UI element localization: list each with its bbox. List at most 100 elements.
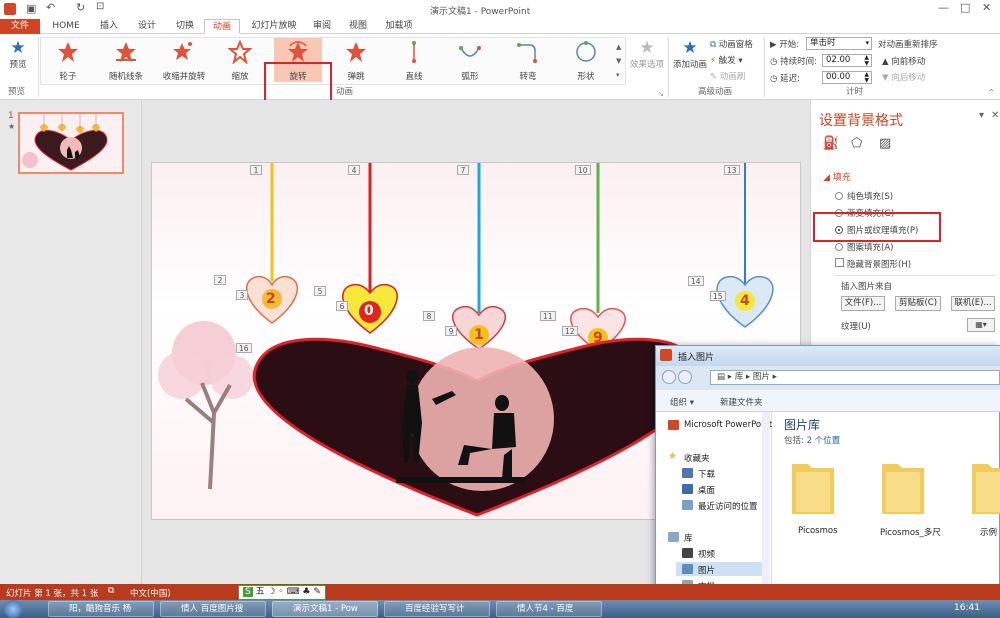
tab-home[interactable]: HOME xyxy=(44,19,88,34)
solid-fill-radio[interactable] xyxy=(835,192,843,200)
folder-label[interactable]: 示例 xyxy=(980,526,997,538)
folder-label[interactable]: Picosmos xyxy=(798,526,838,536)
library-locations-link[interactable]: 2 个位置 xyxy=(807,436,841,446)
path-pictures[interactable]: 图片 xyxy=(753,372,770,382)
tab-slideshow[interactable]: 幻灯片放映 xyxy=(244,19,304,34)
clock[interactable]: 16:41 xyxy=(954,603,980,613)
tab-view[interactable]: 视图 xyxy=(342,19,374,34)
fill-bucket-icon[interactable]: ⛽ xyxy=(823,136,839,151)
tab-addins[interactable]: 加载项 xyxy=(380,19,418,34)
organize-button[interactable]: 组织 ▾ xyxy=(670,396,694,408)
anim-turns[interactable]: 转弯 xyxy=(504,38,552,82)
pattern-fill-radio[interactable] xyxy=(835,243,843,251)
nav-libraries[interactable]: 库 xyxy=(684,532,693,544)
animation-tag[interactable]: 2 xyxy=(214,275,226,285)
animation-pane-button[interactable]: ⧉ 动画窗格 xyxy=(710,38,753,50)
anim-random-bars[interactable]: 随机线条 xyxy=(102,38,150,82)
anim-shrink-turn[interactable]: 收缩并旋转 xyxy=(158,38,210,82)
animation-tag[interactable]: 7 xyxy=(457,165,469,175)
language-status[interactable]: 中文(中国) xyxy=(130,587,171,599)
animation-tag[interactable]: 16 xyxy=(236,343,252,353)
tab-insert[interactable]: 插入 xyxy=(92,19,126,34)
animation-tag[interactable]: 9 xyxy=(445,326,457,336)
path-library[interactable]: 库 xyxy=(735,372,744,382)
online-button[interactable]: 联机(E)... xyxy=(951,296,995,311)
tab-review[interactable]: 审阅 xyxy=(306,19,338,34)
pane-menu-icon[interactable]: ▾ xyxy=(979,110,984,121)
move-earlier-button[interactable]: ▲ 向前移动 xyxy=(882,55,925,67)
back-icon[interactable] xyxy=(662,370,676,384)
tab-file[interactable]: 文件 xyxy=(0,19,40,34)
folder-label[interactable]: Picosmos_多尺 xyxy=(880,526,941,538)
folder-samples-icon[interactable] xyxy=(970,456,1000,516)
anim-wheel[interactable]: 轮子 xyxy=(44,38,92,82)
move-later-button[interactable]: ▼ 向后移动 xyxy=(882,71,925,83)
picture-icon[interactable]: ▨ xyxy=(879,136,891,151)
taskbar-item[interactable]: 情人节4 - 百度 xyxy=(496,601,602,617)
redo-icon[interactable]: ↻ xyxy=(76,1,85,14)
effect-options-button[interactable]: ★ 效果选项 xyxy=(630,38,664,70)
path-box[interactable]: ▤ ▸ 库 ▸ 图片 ▸ xyxy=(710,370,1000,385)
animation-painter-button[interactable]: ✎ 动画刷 xyxy=(710,70,745,82)
nav-recent-places[interactable]: 最近访问的位置 xyxy=(698,500,758,512)
preview-button[interactable]: ★ 预览 xyxy=(4,38,32,82)
start-from-beginning-icon[interactable]: ⊡ xyxy=(96,1,104,12)
animation-tag[interactable]: 6 xyxy=(336,301,348,311)
undo-icon[interactable]: ↶ xyxy=(46,1,55,14)
animation-tag[interactable]: 10 xyxy=(575,165,591,175)
clipboard-button[interactable]: 剪贴板(C) xyxy=(895,296,941,311)
animation-tag[interactable]: 1 xyxy=(250,165,262,175)
folder-picosmos-icon[interactable] xyxy=(790,456,836,516)
anim-lines[interactable]: 直线 xyxy=(390,38,438,82)
nav-downloads[interactable]: 下载 xyxy=(698,468,715,480)
hide-bg-checkbox[interactable] xyxy=(835,258,844,267)
taskbar-item[interactable]: 阳，酷狗音乐 杨 xyxy=(48,601,154,617)
minimize-icon[interactable]: — xyxy=(938,1,949,14)
nav-pictures[interactable]: 图片 xyxy=(698,564,715,576)
pane-close-icon[interactable]: ✕ xyxy=(991,110,999,121)
new-folder-button[interactable]: 新建文件夹 xyxy=(720,396,763,408)
taskbar-item-active[interactable]: 演示文稿1 - Pow xyxy=(272,601,378,617)
animation-tag[interactable]: 14 xyxy=(688,276,704,286)
texture-picker[interactable]: ▦▾ xyxy=(967,318,995,332)
ime-toolbar[interactable]: S 五 ☽ ◦ ⌨ ♣ ✎ xyxy=(238,585,326,600)
animation-tag[interactable]: 11 xyxy=(540,311,556,321)
nav-scrollbar[interactable] xyxy=(762,412,770,588)
effects-pentagon-icon[interactable]: ⬠ xyxy=(851,136,862,151)
save-icon[interactable]: ▣ xyxy=(26,2,36,15)
animation-tag[interactable]: 12 xyxy=(562,326,578,336)
forward-icon[interactable] xyxy=(678,370,692,384)
close-icon[interactable]: ✕ xyxy=(982,1,991,14)
tab-transitions[interactable]: 切换 xyxy=(168,19,202,34)
nav-powerpoint[interactable]: Microsoft PowerPoint xyxy=(684,420,772,430)
anim-bounce[interactable]: 弹跳 xyxy=(332,38,380,82)
nav-videos[interactable]: 视频 xyxy=(698,548,715,560)
spinner-icon[interactable]: ▲ ▼ xyxy=(864,55,869,67)
maximize-icon[interactable]: □ xyxy=(960,1,970,14)
add-animation-button[interactable]: ★ 添加动画 xyxy=(672,38,708,70)
taskbar-item[interactable]: 情人 百度图片搜 xyxy=(160,601,266,617)
animation-tag[interactable]: 8 xyxy=(423,311,435,321)
trigger-button[interactable]: ⚡ 触发 ▾ xyxy=(710,54,743,66)
anim-arcs[interactable]: 弧形 xyxy=(446,38,494,82)
nav-desktop[interactable]: 桌面 xyxy=(698,484,715,496)
anim-shapes[interactable]: 形状 xyxy=(562,38,610,82)
collapse-ribbon-icon[interactable]: ⌃ xyxy=(988,88,995,97)
animation-tag[interactable]: 13 xyxy=(724,165,740,175)
taskbar-item[interactable]: 百度经验写写计 xyxy=(384,601,490,617)
slide-thumbnail[interactable] xyxy=(18,112,124,174)
animation-tag[interactable]: 15 xyxy=(710,291,726,301)
animation-tag[interactable]: 5 xyxy=(314,286,326,296)
anim-zoom[interactable]: 缩放 xyxy=(216,38,264,82)
start-select[interactable]: 单击时 ▾ xyxy=(806,37,872,50)
duration-input[interactable]: 02.00 ▲ ▼ xyxy=(822,54,872,67)
spinner-icon[interactable]: ▲ ▼ xyxy=(864,72,869,84)
start-button-icon[interactable] xyxy=(4,600,22,618)
gallery-scroll[interactable]: ▲ ▼ ▾ xyxy=(616,40,621,82)
file-button[interactable]: 文件(F)... xyxy=(841,296,885,311)
nav-favorites[interactable]: 收藏夹 xyxy=(684,452,710,464)
fill-section-header[interactable]: ◢ 填充 xyxy=(823,170,851,183)
dialog-launcher-icon[interactable]: ↘ xyxy=(658,90,664,98)
tab-animations[interactable]: 动画 xyxy=(204,19,240,34)
folder-picosmos-multi-icon[interactable] xyxy=(880,456,926,516)
